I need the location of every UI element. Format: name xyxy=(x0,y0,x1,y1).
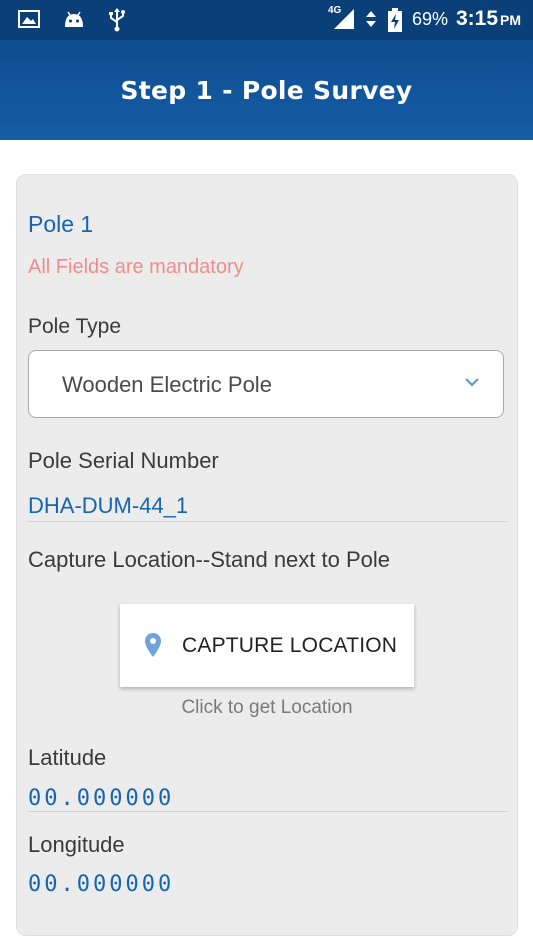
mandatory-note: All Fields are mandatory xyxy=(28,256,244,278)
status-bar: 4G 69% 3:15 PM xyxy=(0,0,533,40)
page-title: Step 1 - Pole Survey xyxy=(120,75,413,105)
pole-type-select[interactable]: Wooden Electric Pole xyxy=(28,350,504,418)
pole-type-value: Wooden Electric Pole xyxy=(62,372,272,397)
battery-percent: 69% xyxy=(411,8,448,29)
data-arrows-icon xyxy=(364,7,378,31)
capture-hint: Click to get Location xyxy=(181,697,353,718)
signal-icon: 4G xyxy=(327,5,356,31)
capture-button-label: CAPTURE LOCATION xyxy=(182,634,398,657)
pole-title: Pole 1 xyxy=(28,211,94,237)
latitude-label: Latitude xyxy=(28,745,107,770)
android-icon xyxy=(62,8,86,32)
chevron-down-icon xyxy=(463,375,481,389)
pole-form-card: Pole 1 All Fields are mandatory Pole Typ… xyxy=(16,174,518,936)
serial-label: Pole Serial Number xyxy=(28,448,219,473)
capture-label: Capture Location--Stand next to Pole xyxy=(28,547,391,572)
clock-suffix: PM xyxy=(500,12,521,28)
capture-location-button[interactable]: CAPTURE LOCATION xyxy=(120,604,414,687)
usb-icon xyxy=(106,8,130,32)
latitude-value: 00.000000 xyxy=(28,786,175,811)
serial-value[interactable]: DHA-DUM-44_1 xyxy=(28,493,188,519)
clock: 3:15 PM xyxy=(456,7,521,31)
clock-time: 3:15 xyxy=(455,7,498,30)
divider xyxy=(28,811,507,812)
location-pin-icon xyxy=(144,632,162,658)
battery-charging-icon xyxy=(386,7,404,32)
longitude-label: Longitude xyxy=(28,832,125,857)
app-header: Step 1 - Pole Survey xyxy=(0,40,533,140)
longitude-value: 00.000000 xyxy=(28,872,175,897)
image-icon xyxy=(18,8,42,32)
divider xyxy=(28,521,507,522)
pole-type-label: Pole Type xyxy=(28,315,122,338)
network-type: 4G xyxy=(327,5,342,16)
